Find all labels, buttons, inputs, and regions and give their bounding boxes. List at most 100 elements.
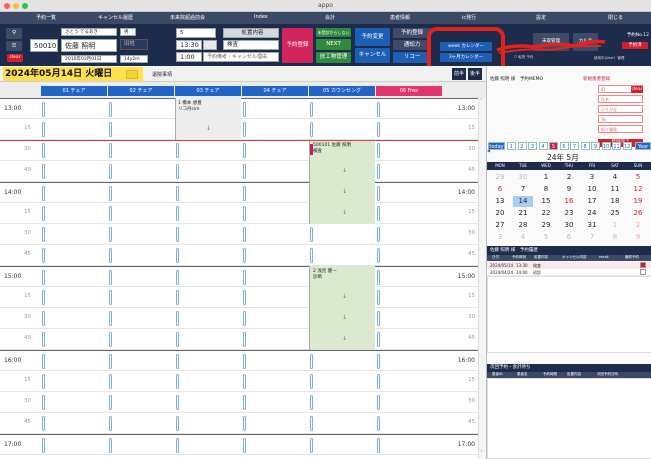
- slot-handle[interactable]: [109, 395, 112, 410]
- calendar-day[interactable]: 20: [490, 208, 510, 219]
- slot-handle[interactable]: [42, 395, 45, 410]
- history-checkbox[interactable]: [640, 262, 646, 268]
- slot-handle[interactable]: [377, 186, 380, 201]
- column-counseling[interactable]: 05 カウンセング: [309, 86, 375, 96]
- month-tab[interactable]: 2: [517, 142, 527, 150]
- slot-handle[interactable]: [176, 354, 179, 369]
- calendar-day[interactable]: 28: [513, 220, 533, 231]
- slot-handle[interactable]: [109, 354, 112, 369]
- slot-handle[interactable]: [109, 186, 112, 201]
- menu-accounting[interactable]: 会計: [325, 14, 335, 21]
- slot-handle[interactable]: [377, 332, 380, 347]
- slot-handle[interactable]: [243, 354, 246, 369]
- calendar-day[interactable]: 13: [490, 196, 510, 207]
- slot-handle[interactable]: [176, 311, 179, 326]
- slot-handle[interactable]: [42, 227, 45, 242]
- slot-handle[interactable]: [377, 102, 380, 117]
- slot-handle[interactable]: [243, 248, 246, 263]
- column-free[interactable]: 06 Free: [376, 86, 442, 96]
- slot-handle[interactable]: [109, 270, 112, 285]
- slot-handle[interactable]: [176, 248, 179, 263]
- menu-patient-info[interactable]: 患者情報: [390, 14, 410, 21]
- calendar-day[interactable]: 4: [513, 232, 533, 243]
- calendar-day[interactable]: 18: [605, 196, 625, 207]
- calendar-day[interactable]: 15: [536, 196, 556, 207]
- calendar-day[interactable]: 17: [582, 196, 602, 207]
- slot-handle[interactable]: [176, 227, 179, 242]
- calendar-day[interactable]: 2: [559, 172, 579, 183]
- slot-handle[interactable]: [243, 206, 246, 221]
- unvisited-button[interactable]: 未受診からしない: [316, 28, 351, 37]
- reserve-change-button[interactable]: 予約変更: [355, 28, 390, 46]
- next-button[interactable]: NEXT: [316, 39, 351, 50]
- appointment-block[interactable]: 500101 佐藤 照明 検査 ↓ ↓ ↓: [309, 140, 375, 224]
- slot-handle[interactable]: [310, 374, 313, 389]
- slot-handle[interactable]: [42, 102, 45, 117]
- month-tab[interactable]: 8: [580, 142, 590, 150]
- slot-handle[interactable]: [42, 374, 45, 389]
- slot-handle[interactable]: [243, 186, 246, 201]
- month-tab[interactable]: 4: [538, 142, 548, 150]
- reserved-badge[interactable]: 予約済: [622, 42, 648, 49]
- slot-handle[interactable]: [176, 416, 179, 431]
- column-chair-02[interactable]: 02 チェア: [108, 86, 174, 96]
- menu-close[interactable]: 閉じる: [608, 14, 623, 21]
- discharge-notes[interactable]: 退院事項: [152, 71, 172, 78]
- slot-handle[interactable]: [109, 290, 112, 305]
- time-picker-button[interactable]: [203, 40, 217, 50]
- month-tab[interactable]: 10: [601, 142, 611, 150]
- slot-handle[interactable]: [176, 374, 179, 389]
- slot-handle[interactable]: [109, 374, 112, 389]
- slot-handle[interactable]: [243, 164, 246, 179]
- slot-handle[interactable]: [176, 332, 179, 347]
- time-field[interactable]: 13:30: [176, 40, 202, 50]
- patient-name-field[interactable]: 佐藤 照明: [61, 39, 117, 52]
- slot-handle[interactable]: [377, 438, 380, 453]
- calendar-day[interactable]: 3: [490, 232, 510, 243]
- slot-handle[interactable]: [176, 438, 179, 453]
- slot-handle[interactable]: [109, 122, 112, 137]
- menu-ic-issue[interactable]: ic発行: [462, 14, 476, 21]
- calendar-day[interactable]: 14: [513, 196, 533, 207]
- slot-handle[interactable]: [377, 227, 380, 242]
- scroll-down-icon[interactable]: ˅: [480, 450, 483, 457]
- reserve-register-button[interactable]: 予約登録: [282, 28, 313, 63]
- next-half-button[interactable]: 後半: [468, 68, 482, 80]
- calendar-day[interactable]: 29: [490, 172, 510, 183]
- slot-handle[interactable]: [310, 227, 313, 242]
- slot-handle[interactable]: [310, 416, 313, 431]
- month-tab[interactable]: 1: [507, 142, 516, 150]
- history-row[interactable]: 2024/05/14 13:30 検査: [487, 262, 651, 269]
- duration-field[interactable]: 1:00: [176, 52, 202, 62]
- calendar-day[interactable]: 25: [605, 208, 625, 219]
- slot-handle[interactable]: [42, 248, 45, 263]
- slot-handle[interactable]: [42, 164, 45, 179]
- slot-handle[interactable]: [243, 374, 246, 389]
- month-tab[interactable]: 12: [622, 142, 632, 150]
- calendar-day[interactable]: 30: [513, 172, 533, 183]
- calendar-day[interactable]: 4: [605, 172, 625, 183]
- new-patient-field[interactable]: Tel: [598, 115, 643, 123]
- reserve-confirm-button[interactable]: 予約登録: [393, 28, 431, 38]
- slot-handle[interactable]: [243, 290, 246, 305]
- slot-handle[interactable]: [310, 395, 313, 410]
- clear-button[interactable]: clear: [7, 54, 23, 62]
- new-patient-field[interactable]: ふりがな: [598, 105, 643, 113]
- recall-button[interactable]: リコー: [393, 52, 431, 63]
- slot-handle[interactable]: [243, 122, 246, 137]
- slot-handle[interactable]: [109, 311, 112, 326]
- slot-handle[interactable]: [377, 248, 380, 263]
- scroll-up-icon[interactable]: ˄: [480, 98, 483, 105]
- slot-handle[interactable]: [377, 206, 380, 221]
- slot-handle[interactable]: [310, 248, 313, 263]
- slot-handle[interactable]: [109, 143, 112, 158]
- slot-handle[interactable]: [176, 164, 179, 179]
- calendar-day[interactable]: 6: [559, 232, 579, 243]
- calendar-day[interactable]: 24: [582, 208, 602, 219]
- slot-handle[interactable]: [243, 143, 246, 158]
- new-patient-field[interactable]: 紹介履歴: [598, 125, 643, 133]
- slot-handle[interactable]: [42, 311, 45, 326]
- slot-handle[interactable]: [377, 311, 380, 326]
- slot-handle[interactable]: [42, 416, 45, 431]
- slot-handle[interactable]: [176, 206, 179, 221]
